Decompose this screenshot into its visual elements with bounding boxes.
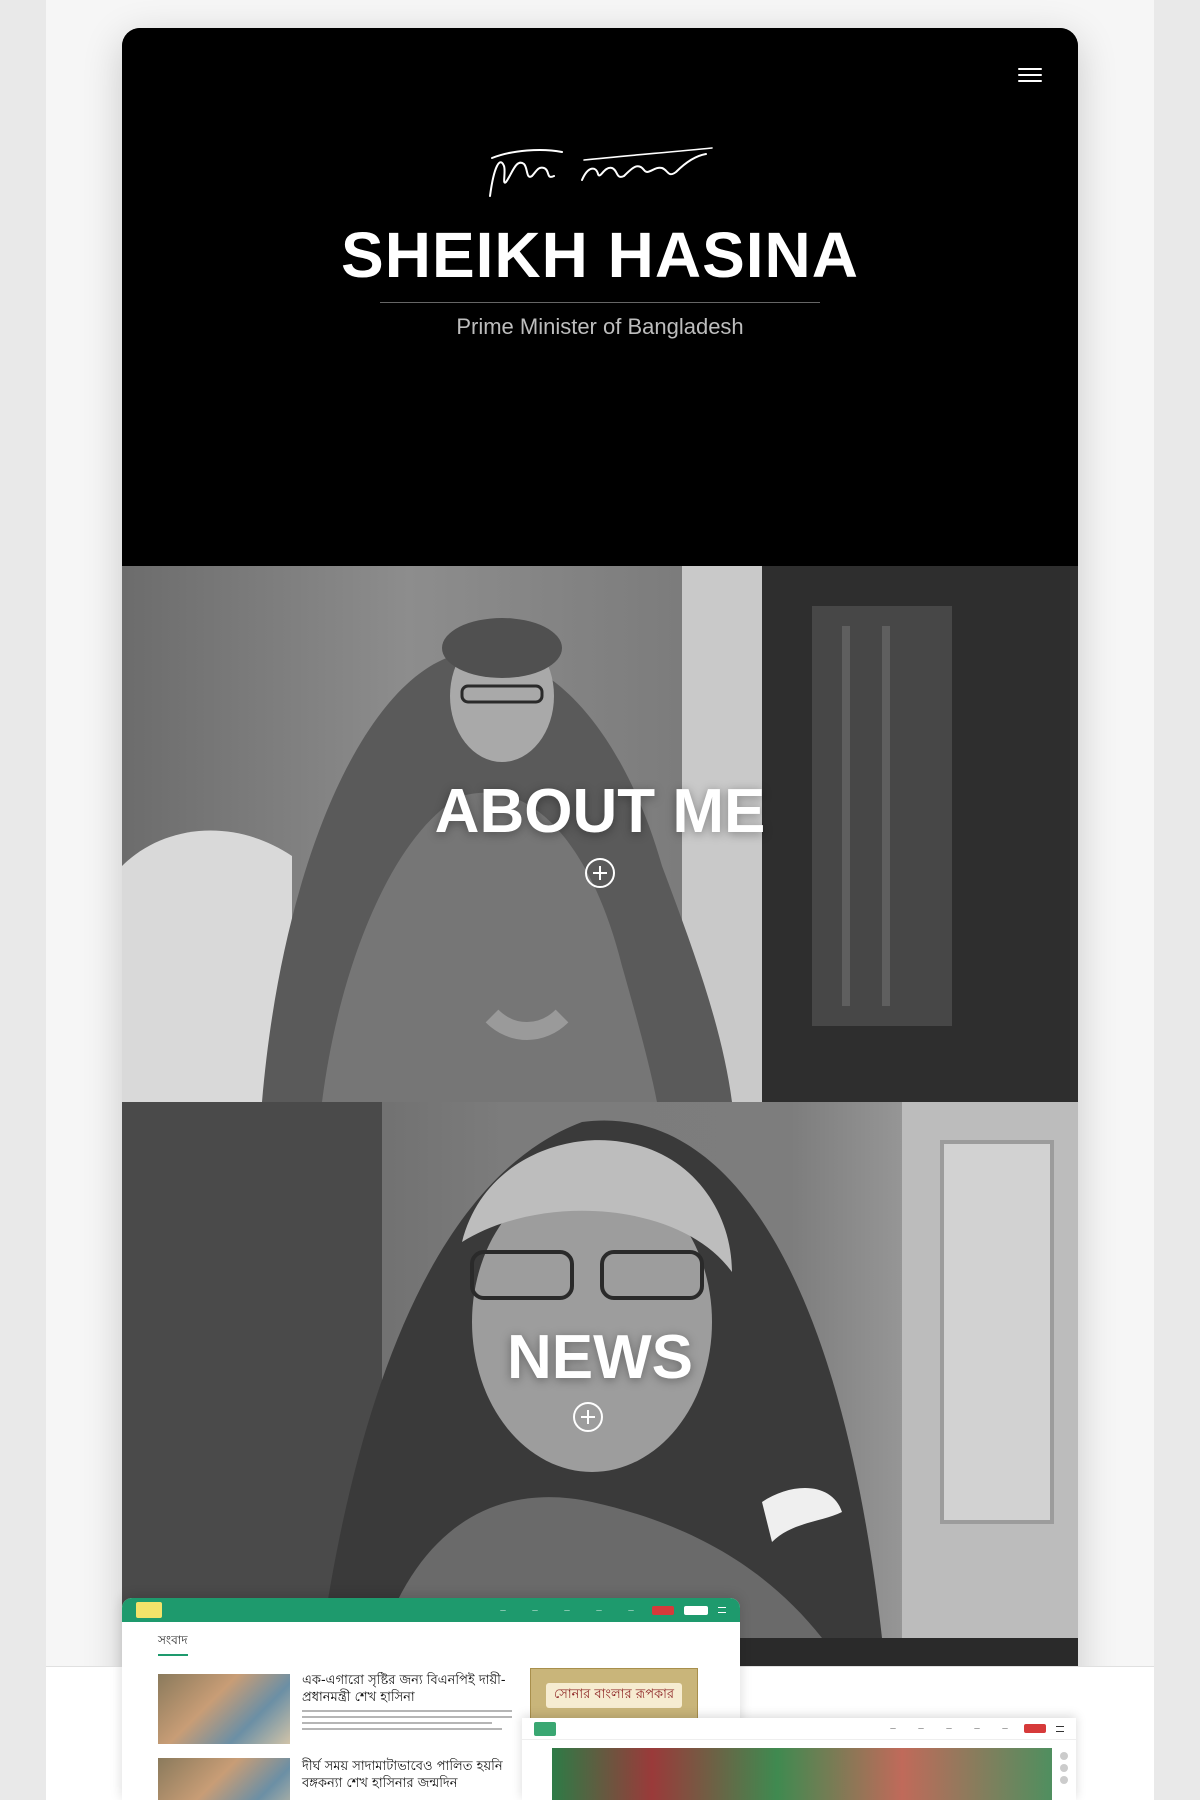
social-share-icons	[1060, 1752, 1070, 1788]
news-expand-plus-icon[interactable]	[573, 1402, 603, 1432]
about-expand-plus-icon[interactable]	[585, 858, 615, 888]
nav-item: —	[890, 1725, 896, 1732]
promo-banner-text: সোনার বাংলার রূপকার	[545, 1682, 683, 1708]
article-text-line	[302, 1722, 492, 1724]
nav-item: —	[500, 1606, 506, 1614]
nav-item: —	[974, 1725, 980, 1732]
desktop-preview-home: — — — — —	[522, 1718, 1076, 1800]
nav-item: —	[1002, 1725, 1008, 1732]
site-logo	[136, 1602, 162, 1618]
hamburger-icon	[1056, 1725, 1064, 1732]
news-title: NEWS	[507, 1323, 693, 1392]
right-backdrop	[1154, 0, 1200, 1800]
hamburger-icon[interactable]	[1018, 64, 1042, 88]
article-text-line	[302, 1716, 512, 1718]
nav-item: —	[628, 1606, 634, 1614]
nav-item: —	[596, 1606, 602, 1614]
article-title: দীর্ঘ সময় সাদামাটাভাবেও পালিত হয়নি বঙ্…	[302, 1759, 503, 1791]
site-logo	[534, 1721, 556, 1736]
preview-navbar: — — — — —	[122, 1598, 740, 1622]
live-badge	[652, 1605, 674, 1615]
hero-crowd-image	[552, 1748, 1052, 1800]
hero-name: SHEIKH HASINA	[341, 219, 859, 291]
hero-divider	[380, 302, 820, 303]
hamburger-icon	[718, 1607, 726, 1613]
left-backdrop	[0, 0, 46, 1800]
news-section[interactable]: NEWS	[122, 1102, 1078, 1638]
nav-item: —	[532, 1606, 538, 1614]
article-thumbnail	[158, 1674, 290, 1744]
hero-subtitle: Prime Minister of Bangladesh	[456, 314, 744, 339]
promo-banner: সোনার বাংলার রূপকার	[530, 1668, 698, 1722]
news-section-label: সংবাদ	[158, 1632, 188, 1656]
article-thumbnail	[158, 1758, 290, 1800]
language-select	[684, 1605, 708, 1615]
nav-item: —	[564, 1606, 570, 1614]
nav-item: —	[946, 1725, 952, 1732]
live-badge	[1024, 1724, 1046, 1733]
hero-section: SHEIKH HASINA Prime Minister of Banglade…	[122, 28, 1078, 566]
website-mockup: SHEIKH HASINA Prime Minister of Banglade…	[122, 28, 1078, 1718]
about-title: ABOUT ME	[434, 777, 766, 846]
article-title: এক-এগারো সৃষ্টির জন্য বিএনপিই দায়ী- প্র…	[302, 1673, 506, 1705]
article-text-line	[302, 1710, 512, 1712]
signature-image	[489, 147, 713, 197]
preview-navbar: — — — — —	[522, 1718, 1076, 1740]
about-section[interactable]: ABOUT ME	[122, 566, 1078, 1102]
nav-item: —	[918, 1725, 924, 1732]
article-text-line	[302, 1728, 502, 1730]
